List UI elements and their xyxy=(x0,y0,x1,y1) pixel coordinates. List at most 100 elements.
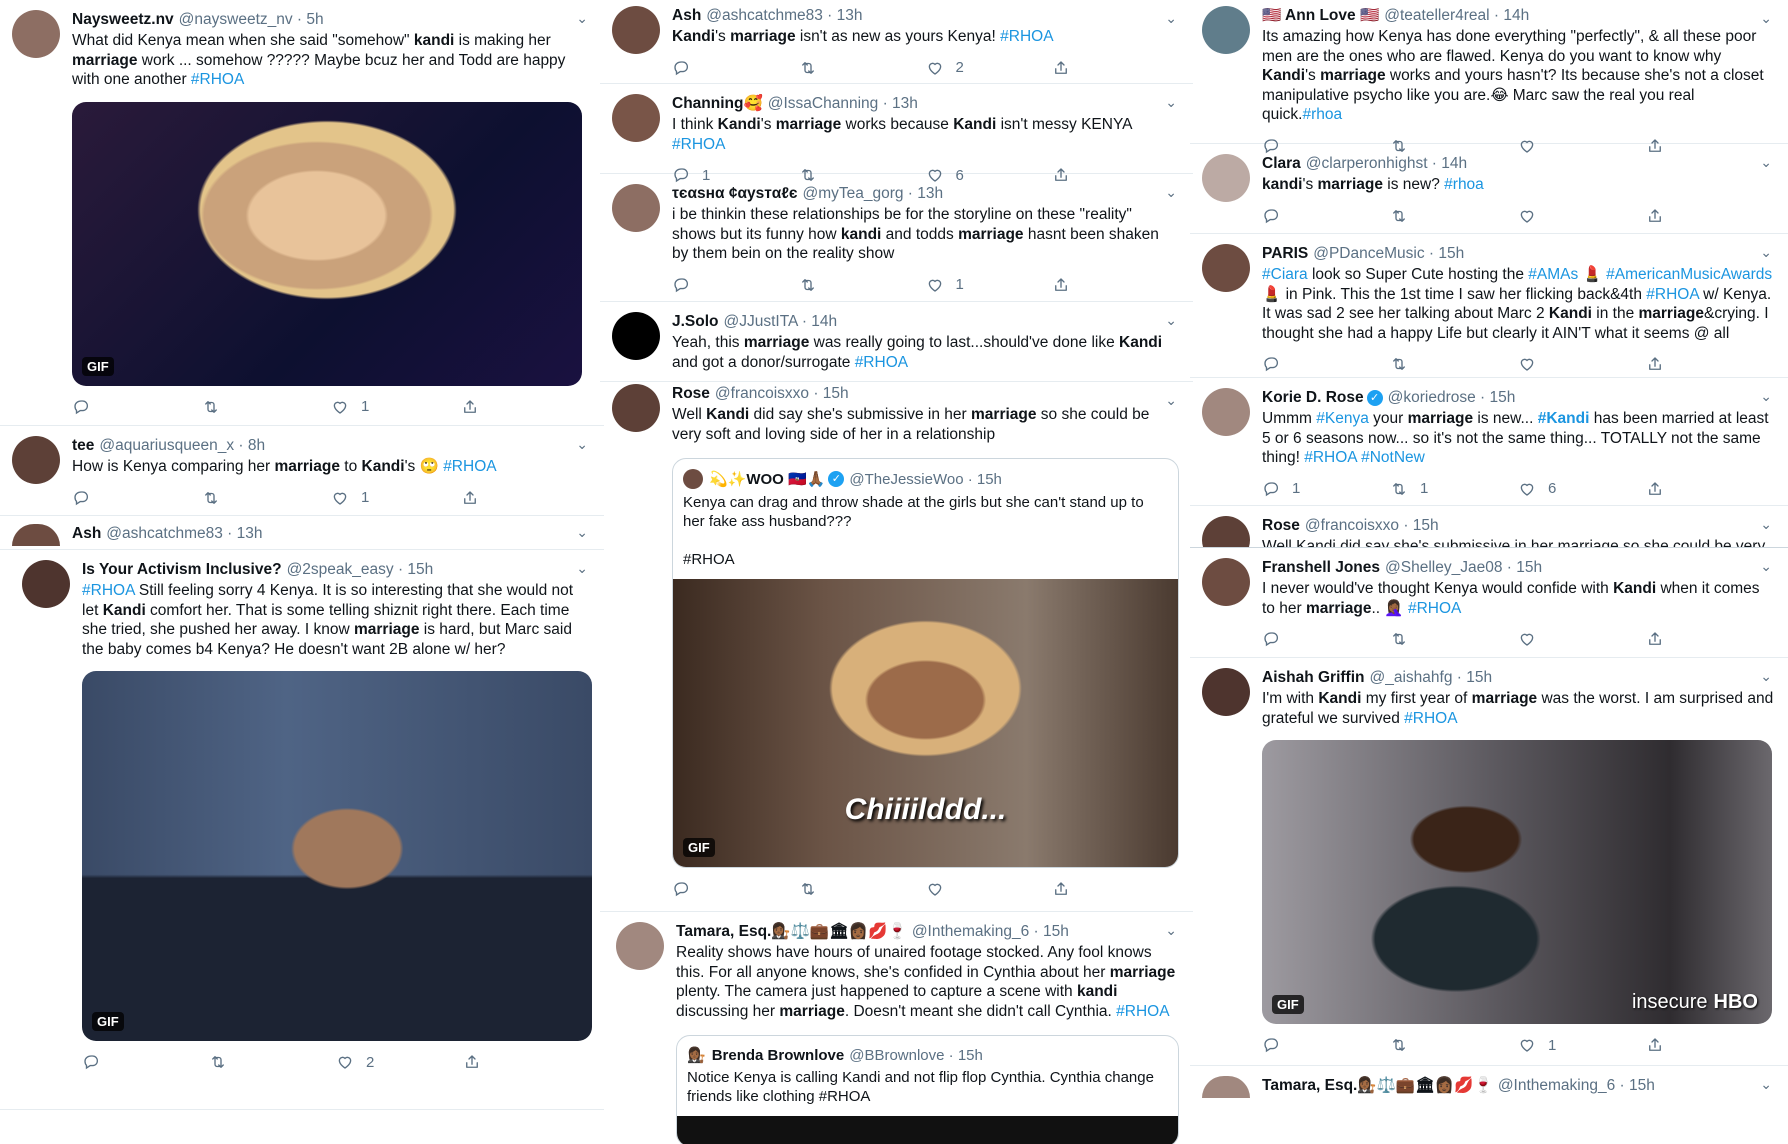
chevron-down-icon[interactable]: ⌄ xyxy=(1760,668,1772,685)
hashtag-link[interactable]: #RHOA xyxy=(1408,600,1461,617)
quoted-tweet[interactable]: 💫✨WOO 🇭🇹🙏🏾 ✓ @TheJessieWoo · 15h Kenya can… xyxy=(672,458,1179,868)
handle-time[interactable]: @clarperonhighst · 14h xyxy=(1306,154,1467,174)
display-name[interactable]: PARIS xyxy=(1262,244,1308,264)
retweet-button[interactable] xyxy=(799,59,926,77)
like-button[interactable]: 1 xyxy=(331,489,461,507)
display-name[interactable]: Tamara, Esq.👩🏾‍⚖️⚖️💼🏛👩🏾💋🍷 xyxy=(1262,1076,1493,1096)
tweet[interactable]: Rose @francoisxxo · 15h Well Kandi did sa… xyxy=(600,382,1193,912)
handle-time[interactable]: @naysweetz_nv · 5h xyxy=(179,10,324,30)
display-name[interactable]: Aishah Griffin xyxy=(1262,668,1364,688)
hashtag-link[interactable]: #RHOA xyxy=(1646,286,1699,303)
reply-button[interactable] xyxy=(1262,1036,1390,1054)
avatar[interactable] xyxy=(1202,668,1250,716)
retweet-button[interactable] xyxy=(202,398,332,416)
avatar[interactable] xyxy=(612,184,660,232)
gif-media[interactable]: Chiiiilddd... GIF xyxy=(673,579,1178,867)
avatar[interactable] xyxy=(1202,6,1250,54)
hashtag-link[interactable]: #RHOA #NotNew xyxy=(1304,449,1425,466)
chevron-down-icon[interactable]: ⌄ xyxy=(1165,10,1177,27)
hashtag-link[interactable]: #Kandi xyxy=(1538,410,1590,427)
display-name[interactable]: Clara xyxy=(1262,154,1301,174)
display-name[interactable]: τєαѕнα ¢αуѕтαℓє xyxy=(672,184,797,204)
share-button[interactable] xyxy=(1646,630,1774,648)
display-name[interactable]: Franshell Jones xyxy=(1262,558,1380,578)
avatar[interactable] xyxy=(1202,244,1250,292)
share-button[interactable] xyxy=(461,489,591,507)
like-button[interactable]: 6 xyxy=(1518,480,1646,498)
handle-time[interactable]: @PDanceMusic · 15h xyxy=(1313,244,1464,264)
tweet[interactable]: tee @aquariusqueen_x · 8h How is Kenya co… xyxy=(0,426,604,516)
reply-button[interactable] xyxy=(672,59,799,77)
share-button[interactable] xyxy=(1052,276,1179,294)
reply-button[interactable] xyxy=(672,276,799,294)
avatar[interactable] xyxy=(12,436,60,484)
share-button[interactable] xyxy=(1646,355,1774,373)
chevron-down-icon[interactable]: ⌄ xyxy=(1165,312,1177,329)
avatar[interactable] xyxy=(1202,1076,1250,1098)
retweet-button[interactable] xyxy=(1390,355,1518,373)
handle-time[interactable]: @2speak_easy · 15h xyxy=(287,560,434,580)
share-button[interactable] xyxy=(1052,880,1179,898)
avatar[interactable] xyxy=(1202,388,1250,436)
gif-media[interactable]: GIF xyxy=(72,101,582,386)
like-button[interactable]: 1 xyxy=(926,276,1053,294)
chevron-down-icon[interactable]: ⌄ xyxy=(1165,392,1177,409)
display-name[interactable]: Korie D. Rose xyxy=(1262,388,1364,408)
chevron-down-icon[interactable]: ⌄ xyxy=(1760,388,1772,405)
tweet[interactable]: Ash @ashcatchme83 · 13h Kandi's marriage … xyxy=(600,0,1193,84)
hashtag-link[interactable]: #RHOA xyxy=(1000,28,1053,45)
tweet[interactable]: J.Solo @JJustITA · 14h Yeah, this marriag… xyxy=(600,302,1193,382)
retweet-button[interactable] xyxy=(209,1053,336,1071)
avatar[interactable] xyxy=(612,6,660,54)
tweet[interactable]: Channing🥰 @IssaChanning · 13h I think Kan… xyxy=(600,84,1193,184)
hashtag-link[interactable]: #AMAs xyxy=(1528,266,1578,283)
like-button[interactable] xyxy=(1518,207,1646,225)
quoted-tweet[interactable]: 👩🏾‍⚖️ Brenda Brownlove @BBrownlove · 15h N… xyxy=(676,1035,1179,1144)
display-name[interactable]: Ash xyxy=(672,6,701,26)
tweet[interactable]: 🇺🇸 Ann Love 🇺🇸 @teateller4real · 14h Its … xyxy=(1190,0,1788,144)
hashtag-link[interactable]: #rhoa xyxy=(1303,106,1343,123)
avatar[interactable] xyxy=(22,560,70,608)
reply-button[interactable] xyxy=(82,1053,209,1071)
chevron-down-icon[interactable]: ⌄ xyxy=(576,10,588,27)
share-button[interactable] xyxy=(461,398,591,416)
tweet[interactable]: Franshell Jones @Shelley_Jae08 · 15h I ne… xyxy=(1190,548,1788,658)
handle-time[interactable]: @IssaChanning · 13h xyxy=(768,94,918,114)
gif-media[interactable]: GIF xyxy=(82,671,592,1041)
display-name[interactable]: Is Your Activism Inclusive? xyxy=(82,560,282,580)
tweet[interactable]: Is Your Activism Inclusive? @2speak_easy … xyxy=(0,550,604,1110)
display-name[interactable]: Tamara, Esq.👩🏾‍⚖️⚖️💼🏛👩🏾💋🍷 xyxy=(676,922,907,942)
reply-button[interactable]: 1 xyxy=(1262,480,1390,498)
chevron-down-icon[interactable]: ⌄ xyxy=(1760,1076,1772,1093)
tweet[interactable]: Clara @clarperonhighst · 14h kandi's marr… xyxy=(1190,144,1788,234)
display-name[interactable]: Rose xyxy=(672,384,710,404)
display-name[interactable]: Ash xyxy=(72,524,101,544)
hashtag-link[interactable]: #RHOA xyxy=(1404,710,1457,727)
share-button[interactable] xyxy=(1646,1036,1774,1054)
hashtag-link[interactable]: #AmericanMusicAwards xyxy=(1606,266,1772,283)
reply-button[interactable] xyxy=(1262,207,1390,225)
avatar[interactable] xyxy=(612,384,660,432)
hashtag-link[interactable]: #RHOA xyxy=(191,71,244,88)
like-button[interactable] xyxy=(1518,630,1646,648)
hashtag-link[interactable]: #Kenya xyxy=(1316,410,1369,427)
chevron-down-icon[interactable]: ⌄ xyxy=(1760,10,1772,27)
chevron-down-icon[interactable]: ⌄ xyxy=(576,524,588,541)
display-name[interactable]: Channing🥰 xyxy=(672,94,763,114)
chevron-down-icon[interactable]: ⌄ xyxy=(1760,244,1772,261)
tweet[interactable]: Naysweetz.nv @naysweetz_nv · 5h What did … xyxy=(0,0,604,426)
reply-button[interactable] xyxy=(1262,355,1390,373)
hashtag-link[interactable]: #Ciara xyxy=(1262,266,1308,283)
display-name[interactable]: J.Solo xyxy=(672,312,719,332)
tweet[interactable]: Aishah Griffin @_aishahfg · 15h I'm with … xyxy=(1190,658,1788,1066)
reply-button[interactable] xyxy=(1262,630,1390,648)
handle-time[interactable]: @myTea_gorg · 13h xyxy=(802,184,943,204)
handle-time[interactable]: @_aishahfg · 15h xyxy=(1369,668,1492,688)
chevron-down-icon[interactable]: ⌄ xyxy=(1760,516,1772,533)
tweet[interactable]: PARIS @PDanceMusic · 15h #Ciara look so S… xyxy=(1190,234,1788,378)
share-button[interactable] xyxy=(1646,480,1774,498)
like-button[interactable] xyxy=(926,880,1053,898)
display-name[interactable]: Rose xyxy=(1262,516,1300,536)
reply-button[interactable] xyxy=(72,398,202,416)
chevron-down-icon[interactable]: ⌄ xyxy=(1165,184,1177,201)
